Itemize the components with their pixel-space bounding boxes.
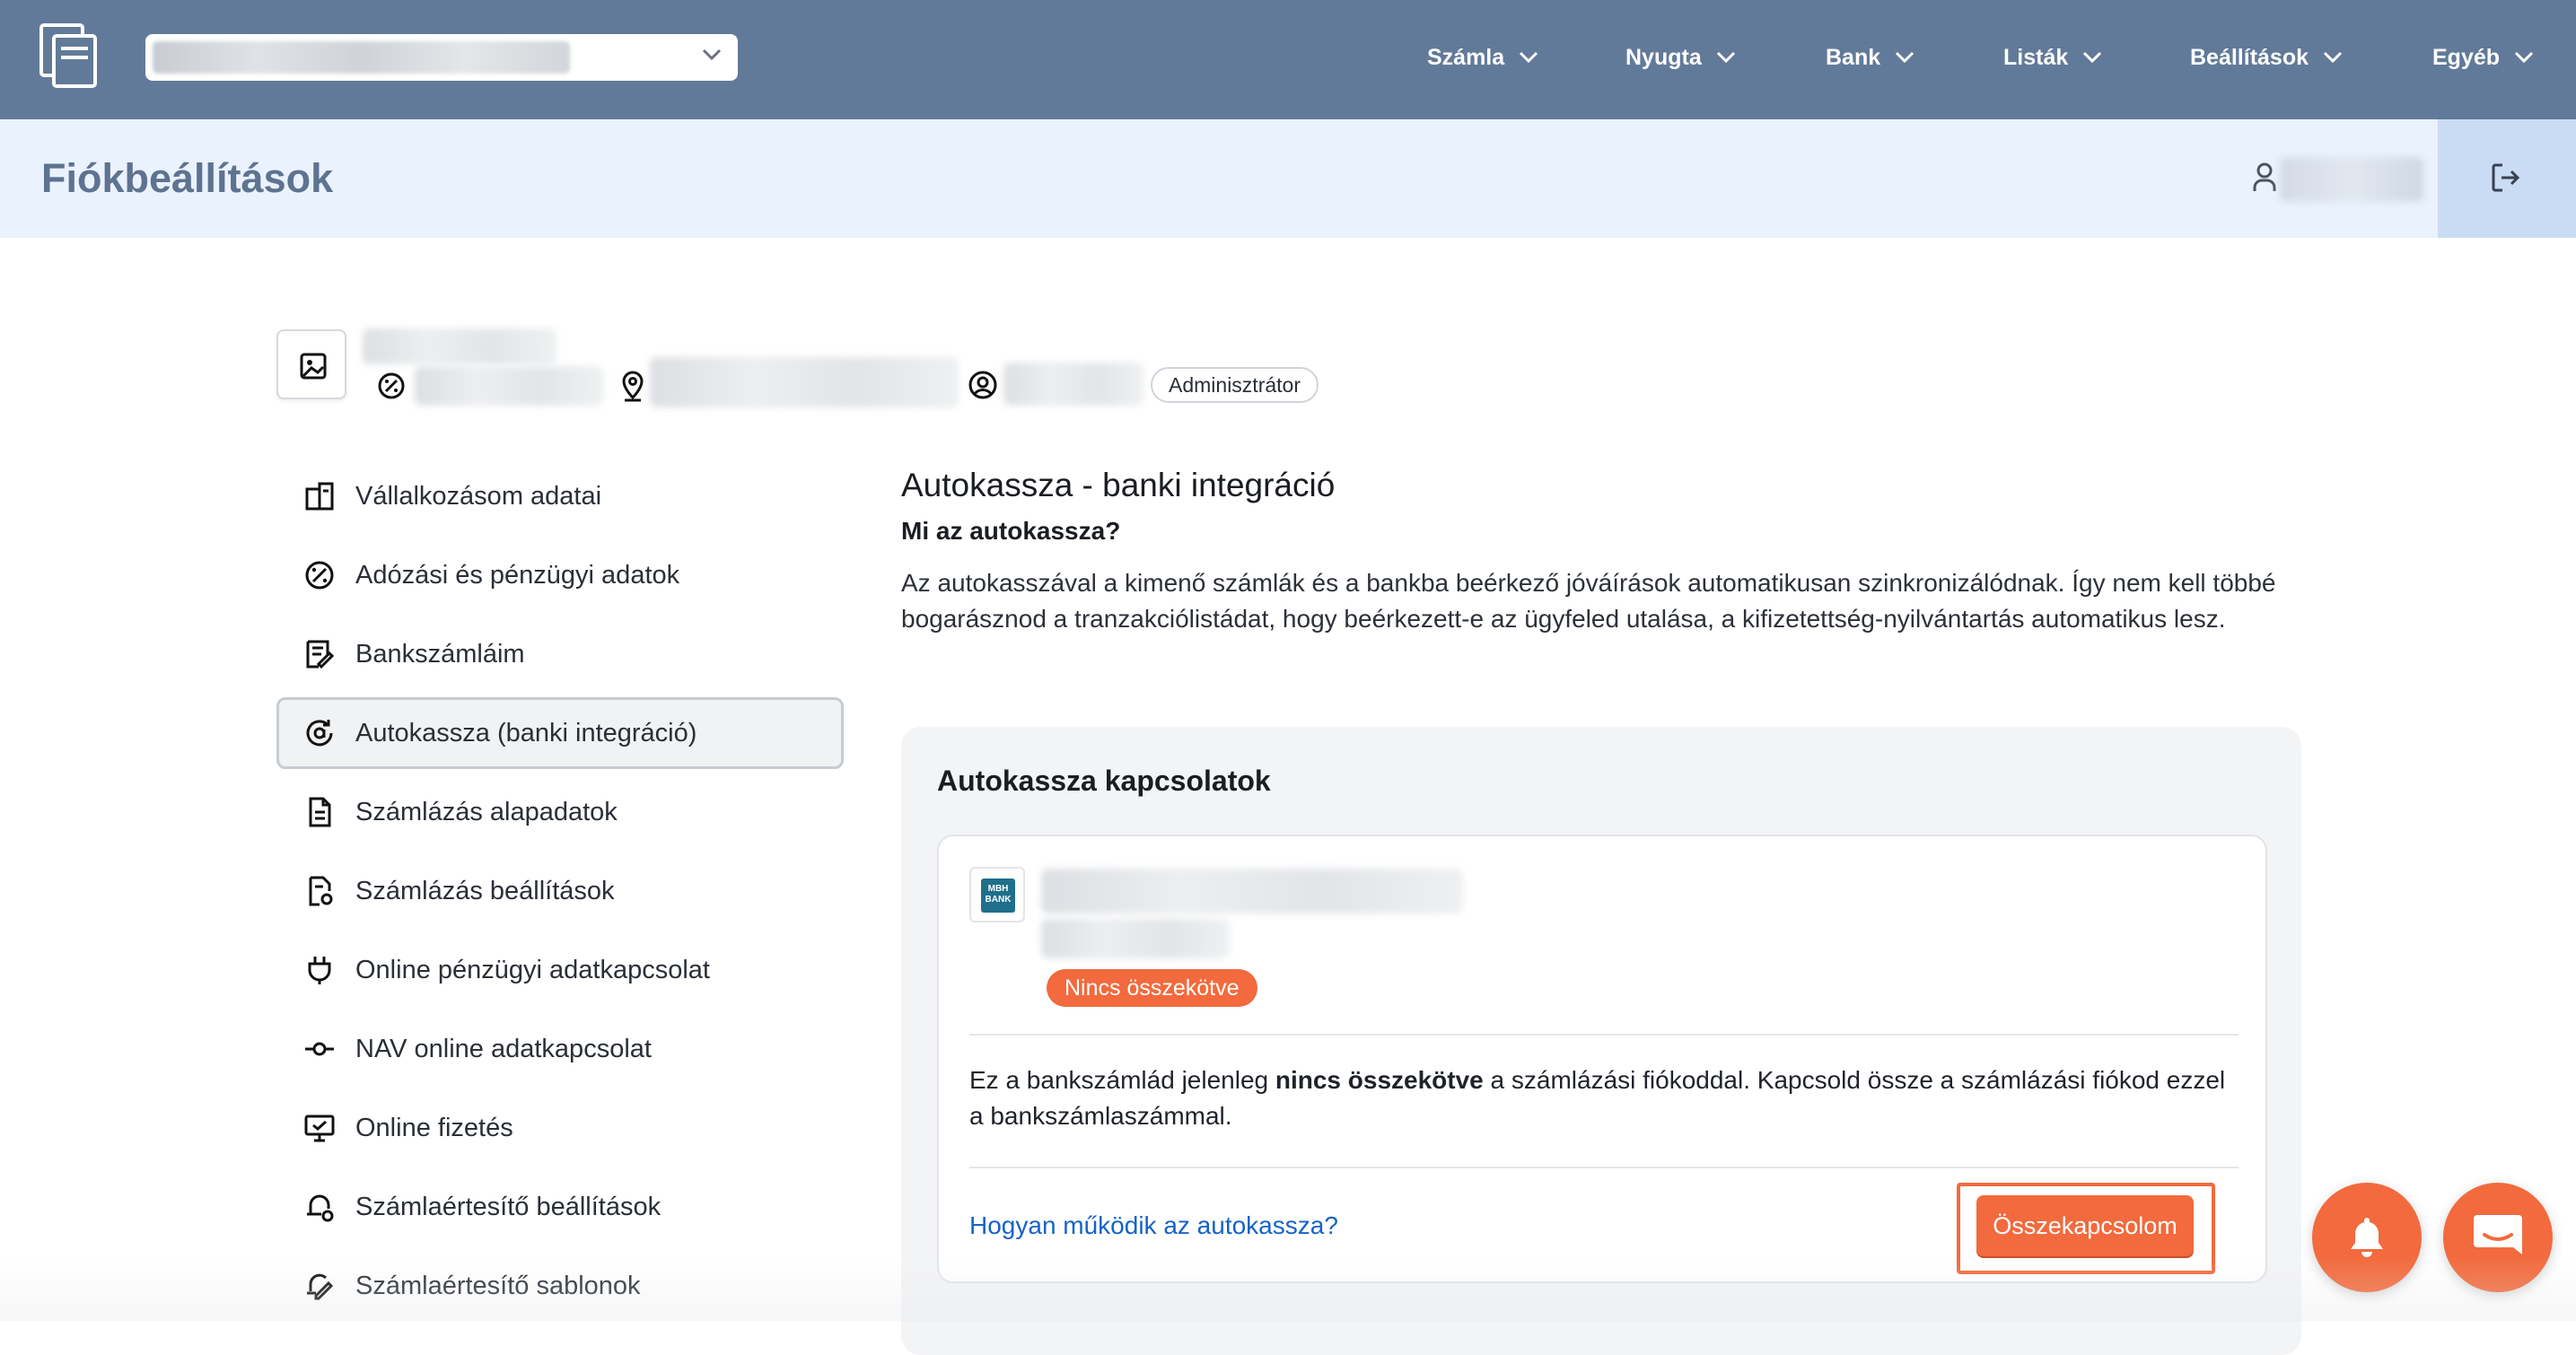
autokassza-icon [306, 720, 333, 747]
nav-label: Számla [1427, 44, 1505, 70]
nav-beallitasok[interactable]: Beállítások [2190, 41, 2343, 74]
user-circle-icon [968, 370, 998, 400]
chevron-down-icon [1895, 51, 1914, 64]
bank-logo-text: MBH BANK [981, 879, 1015, 913]
sidebar-item-label: Számlázás beállítások [355, 876, 615, 905]
bell-icon [2351, 1218, 2383, 1257]
bank-name-redacted [1041, 869, 1463, 914]
nav-label: Egyéb [2432, 44, 2501, 70]
building-icon [305, 482, 334, 511]
chevron-down-icon [2514, 51, 2534, 64]
sidebar-item-szamlaertesito-beallitasok[interactable]: Számlaértesítő beállítások [276, 1171, 844, 1243]
nav-szamla[interactable]: Számla [1427, 41, 1538, 74]
role-badge: Adminisztrátor [1151, 367, 1319, 403]
app-logo-icon[interactable] [39, 23, 101, 88]
nav-listak[interactable]: Listák [2003, 41, 2102, 74]
chevron-down-icon [2323, 51, 2343, 64]
panel-title: Autokassza kapcsolatok [937, 765, 1271, 797]
nav-bank[interactable]: Bank [1826, 41, 1914, 74]
tax-number-redacted [415, 366, 603, 406]
chevron-down-icon [702, 48, 722, 61]
status-badge: Nincs összekötve [1047, 969, 1257, 1007]
user-name-redacted[interactable] [2280, 157, 2423, 202]
sidebar-item-label: Autokassza (banki integráció) [355, 718, 697, 747]
percent-icon [305, 561, 334, 590]
top-navigation-bar: Számla Nyugta Bank Listák Beállítások Eg… [0, 0, 2576, 119]
nav-nyugta[interactable]: Nyugta [1625, 41, 1736, 74]
connection-description: Ez a bankszámlád jelenleg nincs összeköt… [969, 1062, 2226, 1134]
logout-icon [2492, 163, 2520, 192]
address-redacted [650, 357, 959, 407]
sidebar-item-szamlaertesito-sablonok[interactable]: Számlaértesítő sablonok [276, 1250, 844, 1322]
logout-button[interactable] [2438, 119, 2576, 238]
sidebar-item-autokassza[interactable]: Autokassza (banki integráció) [276, 697, 844, 769]
sidebar-item-label: Számlázás alapadatok [355, 797, 618, 826]
autokassza-section: Autokassza - banki integráció Mi az auto… [901, 467, 2301, 637]
sidebar-item-label: Bankszámláim [355, 639, 525, 669]
section-title: Autokassza - banki integráció [901, 467, 1336, 503]
sidebar-item-label: Számlaértesítő sablonok [355, 1271, 641, 1300]
nav-label: Beállítások [2190, 44, 2309, 70]
autokassza-connections-panel: Autokassza kapcsolatok MBH BANK Nincs ös… [901, 727, 2301, 1355]
sidebar-item-label: NAV online adatkapcsolat [355, 1034, 652, 1063]
organization-name-redacted [153, 41, 570, 74]
connection-icon [305, 1042, 334, 1056]
sidebar-item-online-penzugyi[interactable]: Online pénzügyi adatkapcsolat [276, 934, 844, 1006]
percent-icon [377, 372, 406, 400]
chat-button[interactable] [2443, 1183, 2553, 1292]
chat-bubble-icon [2474, 1215, 2522, 1254]
account-number-redacted [1041, 919, 1230, 958]
page-header: Fiókbeállítások [0, 119, 2576, 238]
bank-connection-card: MBH BANK Nincs összekötve Ez a bankszáml… [937, 835, 2267, 1283]
sidebar-item-online-fizetes[interactable]: Online fizetés [276, 1092, 844, 1164]
section-subtitle: Mi az autokassza? [901, 517, 1121, 545]
sidebar-item-label: Számlaértesítő beállítások [355, 1192, 662, 1221]
chevron-down-icon [1716, 51, 1736, 64]
sidebar-item-nav-online[interactable]: NAV online adatkapcsolat [276, 1013, 844, 1085]
company-logo-upload[interactable] [276, 329, 346, 399]
monitor-payment-icon [304, 1115, 335, 1142]
divider [969, 1167, 2239, 1168]
description-emphasis: nincs összekötve [1275, 1066, 1484, 1094]
plug-icon [308, 957, 331, 984]
document-icon [309, 797, 331, 827]
sidebar-item-label: Vállalkozásom adatai [355, 481, 602, 511]
company-name-redacted [363, 328, 556, 364]
sidebar-item-label: Online pénzügyi adatkapcsolat [355, 955, 710, 984]
location-pin-icon [619, 370, 646, 402]
notification-settings-icon [307, 1194, 334, 1222]
divider [969, 1034, 2239, 1036]
sidebar-item-szamlazas-beallitasok[interactable]: Számlázás beállítások [276, 855, 844, 927]
chevron-down-icon [2082, 51, 2102, 64]
sidebar-item-vallalkozasom-adatai[interactable]: Vállalkozásom adatai [276, 460, 844, 532]
nav-egyeb[interactable]: Egyéb [2432, 41, 2534, 74]
nav-label: Nyugta [1625, 44, 1702, 70]
bank-logo: MBH BANK [969, 867, 1025, 922]
page-title: Fiókbeállítások [41, 155, 334, 201]
status-label: Nincs összekötve [1065, 975, 1240, 1001]
template-edit-icon [307, 1273, 334, 1300]
sidebar-item-bankszamlaim[interactable]: Bankszámláim [276, 618, 844, 690]
document-settings-icon [309, 876, 333, 906]
image-icon [300, 353, 327, 380]
user-full-name-redacted [1003, 363, 1143, 406]
sidebar-item-adozasi-adatok[interactable]: Adózási és pénzügyi adatok [276, 539, 844, 611]
description-text: Ez a bankszámlád jelenleg [969, 1066, 1275, 1094]
connect-button[interactable]: Összekapcsolom [1976, 1195, 2194, 1256]
organization-select[interactable] [145, 34, 738, 81]
how-autokassza-works-link[interactable]: Hogyan működik az autokassza? [969, 1211, 1338, 1240]
role-label: Adminisztrátor [1169, 372, 1301, 397]
bank-document-icon [306, 640, 335, 669]
notifications-button[interactable] [2312, 1183, 2422, 1292]
user-icon [2253, 162, 2276, 193]
chevron-down-icon [1519, 51, 1538, 64]
nav-label: Listák [2003, 44, 2069, 70]
sidebar-item-szamlazas-alapadatok[interactable]: Számlázás alapadatok [276, 776, 844, 848]
sidebar-item-label: Adózási és pénzügyi adatok [355, 560, 680, 590]
sidebar-item-label: Online fizetés [355, 1113, 513, 1142]
nav-label: Bank [1826, 44, 1881, 70]
section-intro: Az autokasszával a kimenő számlák és a b… [901, 569, 2276, 633]
